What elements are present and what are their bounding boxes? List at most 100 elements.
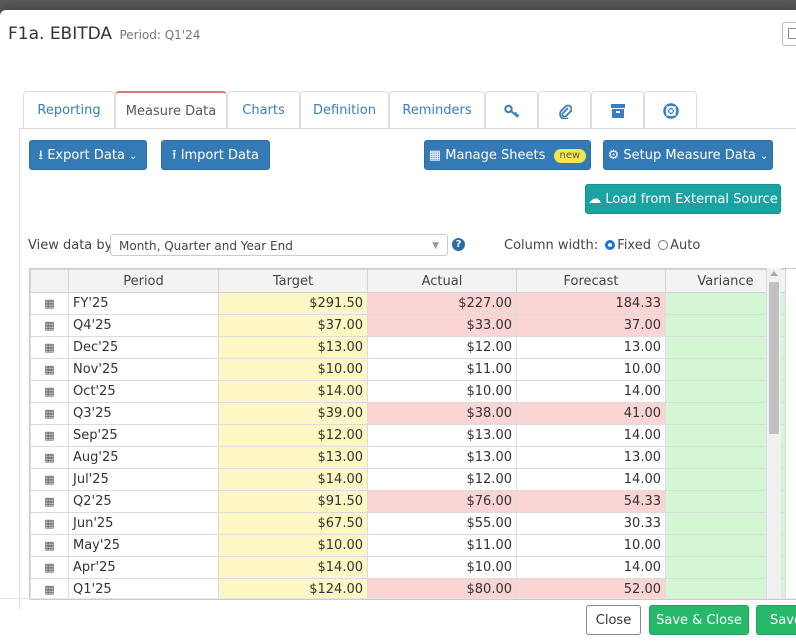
cell-period[interactable]: May'25 xyxy=(68,534,219,557)
export-data-button[interactable]: ⭳ Export Data ⌄ xyxy=(29,140,147,170)
cell-actual[interactable]: $13.00 xyxy=(367,424,517,447)
table-row[interactable]: ▦ Oct'25 $14.00 $10.00 14.00 xyxy=(30,380,786,403)
calendar-cell[interactable]: ▦ xyxy=(30,578,69,599)
cell-actual[interactable]: $55.00 xyxy=(367,512,517,535)
cell-period[interactable]: Nov'25 xyxy=(68,358,219,381)
tab-definition[interactable]: Definition xyxy=(300,91,389,128)
calendar-cell[interactable]: ▦ xyxy=(30,358,69,381)
calendar-cell[interactable]: ▦ xyxy=(30,446,69,469)
cell-actual[interactable]: $33.00 xyxy=(367,314,517,337)
view-by-select[interactable]: Month, Quarter and Year End ▼ xyxy=(110,234,448,256)
cell-target[interactable]: $13.00 xyxy=(218,336,368,359)
cell-target[interactable]: $10.00 xyxy=(218,534,368,557)
calendar-cell[interactable]: ▦ xyxy=(30,468,69,491)
cell-period[interactable]: Jun'25 xyxy=(68,512,219,535)
cell-period[interactable]: Q4'25 xyxy=(68,314,219,337)
cell-period[interactable]: Aug'25 xyxy=(68,446,219,469)
cell-forecast[interactable]: 52.00 xyxy=(516,578,666,599)
cell-period[interactable]: Jul'25 xyxy=(68,468,219,491)
cell-forecast[interactable]: 10.00 xyxy=(516,534,666,557)
table-row[interactable]: ▦ Jul'25 $14.00 $12.00 14.00 xyxy=(30,468,786,491)
calendar-cell[interactable]: ▦ xyxy=(30,512,69,535)
cell-period[interactable]: Q1'25 xyxy=(68,578,219,599)
cell-period[interactable]: Q3'25 xyxy=(68,402,219,425)
column-header-actual[interactable]: Actual xyxy=(367,269,517,293)
cell-target[interactable]: $10.00 xyxy=(218,358,368,381)
table-row[interactable]: ▦ Nov'25 $10.00 $11.00 10.00 xyxy=(30,358,786,381)
cell-period[interactable]: Oct'25 xyxy=(68,380,219,403)
cell-forecast[interactable]: 37.00 xyxy=(516,314,666,337)
cell-actual[interactable]: $38.00 xyxy=(367,402,517,425)
cell-target[interactable]: $13.00 xyxy=(218,446,368,469)
table-row[interactable]: ▦ Aug'25 $13.00 $13.00 13.00 xyxy=(30,446,786,469)
auto-radio[interactable] xyxy=(658,240,669,250)
cell-forecast[interactable]: 41.00 xyxy=(516,402,666,425)
cell-period[interactable]: Sep'25 xyxy=(68,424,219,447)
cell-period[interactable]: Apr'25 xyxy=(68,556,219,579)
cell-forecast[interactable]: 184.33 xyxy=(516,292,666,315)
column-header-period[interactable]: Period xyxy=(68,269,219,293)
table-row[interactable]: ▦ Q2'25 $91.50 $76.00 54.33 xyxy=(30,490,786,513)
cell-target[interactable]: $12.00 xyxy=(218,424,368,447)
calendar-cell[interactable]: ▦ xyxy=(30,556,69,579)
cell-actual[interactable]: $76.00 xyxy=(367,490,517,513)
cell-forecast[interactable]: 13.00 xyxy=(516,336,666,359)
calendar-cell[interactable]: ▦ xyxy=(30,424,69,447)
cell-actual[interactable]: $11.00 xyxy=(367,534,517,557)
table-row[interactable]: ▦ Q1'25 $124.00 $80.00 52.00 xyxy=(30,578,786,599)
calendar-cell[interactable]: ▦ xyxy=(30,490,69,513)
cell-actual[interactable]: $13.00 xyxy=(367,446,517,469)
calendar-cell[interactable]: ▦ xyxy=(30,314,69,337)
fixed-radio[interactable] xyxy=(605,240,616,250)
calendar-cell[interactable]: ▦ xyxy=(30,402,69,425)
tab-help[interactable] xyxy=(644,91,697,128)
calendar-cell[interactable]: ▦ xyxy=(30,336,69,359)
table-row[interactable]: ▦ Jun'25 $67.50 $55.00 30.33 xyxy=(30,512,786,535)
cell-forecast[interactable]: 14.00 xyxy=(516,556,666,579)
table-row[interactable]: ▦ Dec'25 $13.00 $12.00 13.00 xyxy=(30,336,786,359)
cell-actual[interactable]: $12.00 xyxy=(367,336,517,359)
tab-measure-data[interactable]: Measure Data xyxy=(115,91,227,130)
cell-forecast[interactable]: 14.00 xyxy=(516,424,666,447)
cell-target[interactable]: $124.00 xyxy=(218,578,368,599)
cell-forecast[interactable]: 13.00 xyxy=(516,446,666,469)
table-row[interactable]: ▦ Sep'25 $12.00 $13.00 14.00 xyxy=(30,424,786,447)
cell-actual[interactable]: $10.00 xyxy=(367,380,517,403)
tab-attachments[interactable] xyxy=(538,91,591,128)
grid-scrollbar[interactable] xyxy=(766,268,781,598)
save-and-close-button[interactable]: Save & Close xyxy=(649,605,749,635)
cell-target[interactable]: $91.50 xyxy=(218,490,368,513)
expand-button[interactable] xyxy=(782,22,796,46)
calendar-cell[interactable]: ▦ xyxy=(30,380,69,403)
column-header-forecast[interactable]: Forecast xyxy=(516,269,666,293)
help-icon[interactable]: ? xyxy=(452,238,465,251)
cell-actual[interactable]: $227.00 xyxy=(367,292,517,315)
table-row[interactable]: ▦ Apr'25 $14.00 $10.00 14.00 xyxy=(30,556,786,579)
tab-reminders[interactable]: Reminders xyxy=(389,91,485,128)
cell-actual[interactable]: $12.00 xyxy=(367,468,517,491)
cell-forecast[interactable]: 14.00 xyxy=(516,380,666,403)
close-button[interactable]: Close xyxy=(586,605,641,635)
cell-target[interactable]: $39.00 xyxy=(218,402,368,425)
scroll-up-arrow[interactable] xyxy=(770,271,778,276)
setup-measure-data-button[interactable]: ⚙ Setup Measure Data ⌄ xyxy=(603,140,773,170)
tab-key[interactable] xyxy=(485,91,538,128)
cell-target[interactable]: $14.00 xyxy=(218,380,368,403)
load-external-source-button[interactable]: ☁ Load from External Source xyxy=(585,184,781,214)
table-row[interactable]: ▦ Q3'25 $39.00 $38.00 41.00 xyxy=(30,402,786,425)
cell-actual[interactable]: $11.00 xyxy=(367,358,517,381)
cell-target[interactable]: $67.50 xyxy=(218,512,368,535)
cell-forecast[interactable]: 30.33 xyxy=(516,512,666,535)
cell-forecast[interactable]: 10.00 xyxy=(516,358,666,381)
calendar-cell[interactable]: ▦ xyxy=(30,534,69,557)
scroll-thumb[interactable] xyxy=(769,282,779,434)
table-row[interactable]: ▦ Q4'25 $37.00 $33.00 37.00 xyxy=(30,314,786,337)
cell-target[interactable]: $291.50 xyxy=(218,292,368,315)
cell-actual[interactable]: $80.00 xyxy=(367,578,517,599)
import-data-button[interactable]: ⭱ Import Data xyxy=(161,140,270,170)
cell-period[interactable]: Dec'25 xyxy=(68,336,219,359)
table-row[interactable]: ▦ FY'25 $291.50 $227.00 184.33 xyxy=(30,292,786,315)
cell-target[interactable]: $14.00 xyxy=(218,556,368,579)
cell-period[interactable]: Q2'25 xyxy=(68,490,219,513)
tab-archive[interactable] xyxy=(591,91,644,128)
